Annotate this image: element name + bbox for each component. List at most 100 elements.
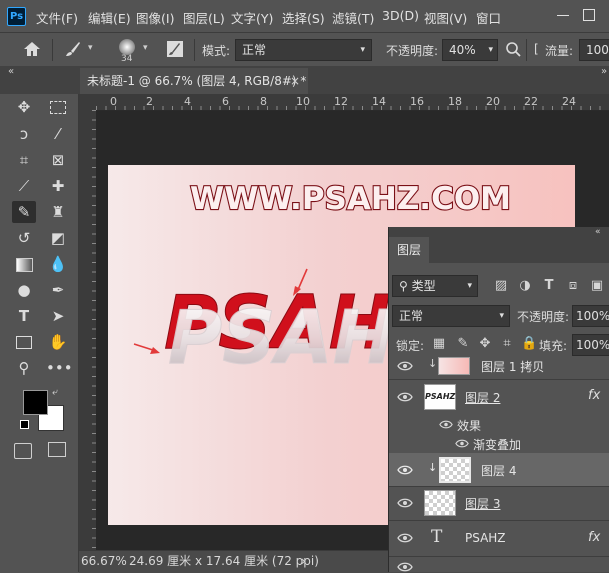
dodge-tool-icon[interactable]: ● [12, 279, 36, 301]
ruler-corner [79, 94, 96, 110]
layer-effects-icon[interactable]: fx [588, 388, 600, 403]
zoom-tool-icon[interactable]: ⚲ [12, 357, 36, 379]
layer-row-selected[interactable]: ↓ 图层 4 [389, 453, 609, 487]
lock-artboard-icon[interactable]: ⌗ [499, 336, 515, 352]
mode-dropdown[interactable]: 正常 ▾ [235, 39, 372, 61]
lock-all-icon[interactable]: 🔒 [521, 336, 537, 352]
healing-brush-tool-icon[interactable]: ✚ [46, 175, 70, 197]
brush-tool-icon[interactable] [64, 40, 82, 58]
layer-name: 图层 4 [481, 464, 517, 478]
chevron-down-icon: ▾ [360, 45, 365, 55]
hand-tool-icon[interactable]: ✋ [46, 331, 70, 353]
layer-name: 图层 1 拷贝 [481, 360, 545, 374]
pen-tool-icon[interactable]: ✒ [46, 279, 70, 301]
minimize-icon[interactable] [557, 15, 569, 16]
chevron-down-icon[interactable]: ▾ [143, 43, 148, 53]
layer-opacity-field[interactable]: 100% [572, 305, 609, 327]
default-colors-icon[interactable] [20, 420, 29, 429]
brush-preview-icon[interactable] [119, 39, 135, 55]
menu-image[interactable]: 图像(I) [136, 8, 174, 27]
filter-smart-object-icon[interactable]: ▣ [589, 278, 605, 294]
stamp-tool-icon[interactable]: ♜ [46, 201, 70, 223]
visibility-eye-icon[interactable] [397, 361, 413, 371]
filter-kind-value: 类型 [411, 279, 436, 293]
layer-row[interactable]: ↓ 图层 1 拷贝 [389, 353, 609, 380]
filter-type-icon[interactable]: T [541, 278, 557, 294]
pressure-opacity-icon[interactable] [505, 41, 521, 57]
visibility-eye-icon[interactable] [397, 498, 413, 508]
filter-pixel-icon[interactable]: ▨ [493, 278, 509, 294]
foreground-color-swatch[interactable] [23, 390, 48, 415]
lock-position-icon[interactable]: ✥ [477, 336, 493, 352]
layer-row[interactable]: T PSAHZ fx [389, 520, 609, 557]
swap-colors-icon[interactable]: ⤶ [52, 387, 58, 398]
opacity-field[interactable]: 40% ▾ [442, 39, 498, 61]
menu-view[interactable]: 视图(V) [424, 8, 467, 27]
status-menu-arrow-icon[interactable]: › [301, 551, 306, 571]
document-title: 未标题-1 @ 66.7% (图层 4, RGB/8#) * [87, 74, 307, 88]
lock-transparent-icon[interactable]: ▦ [431, 336, 447, 352]
history-brush-tool-icon[interactable]: ↺ [12, 227, 36, 249]
chevron-down-icon: ▾ [499, 311, 504, 321]
visibility-eye-icon[interactable] [397, 392, 413, 402]
home-icon[interactable] [23, 41, 41, 57]
layer-opacity-label: 不透明度: [517, 310, 570, 324]
menu-layer[interactable]: 图层(L) [183, 8, 225, 27]
layer-row[interactable]: PSAHZ 图层 2 fx [389, 379, 609, 415]
menu-window[interactable]: 窗口 [476, 8, 501, 27]
flow-field[interactable]: 100 [579, 39, 609, 61]
layers-panel: « 图层 ⚲ 类型 ▾ ▨ ◑ T ⧈ ▣ 正常 ▾ 不透明度: 100% 锁定… [388, 227, 609, 572]
layer-filter-dropdown[interactable]: ⚲ 类型 ▾ [392, 275, 478, 297]
lock-pixels-icon[interactable]: ✎ [455, 336, 471, 352]
gradient-tool-icon[interactable] [12, 253, 36, 275]
eraser-tool-icon[interactable]: ◩ [46, 227, 70, 249]
effect-row-gradient-overlay[interactable]: 渐变叠加 [389, 434, 609, 454]
path-selection-tool-icon[interactable]: ➤ [46, 305, 70, 327]
layer-row[interactable] [389, 557, 609, 572]
visibility-eye-icon[interactable] [397, 533, 413, 543]
move-tool-icon[interactable]: ✥ [12, 96, 36, 118]
lasso-tool-icon[interactable]: ↄ [12, 123, 36, 145]
document-tab[interactable]: 未标题-1 @ 66.7% (图层 4, RGB/8#) * × [80, 68, 308, 94]
visibility-eye-icon[interactable] [397, 465, 413, 475]
headline-text: WWW.PSAHZ.COM [190, 181, 511, 217]
close-tab-icon[interactable]: × [290, 68, 300, 94]
chevron-down-icon: ▾ [488, 45, 493, 55]
effects-row[interactable]: 效果 [389, 415, 609, 434]
crop-tool-icon[interactable]: ⌗ [12, 149, 36, 171]
eyedropper-tool-icon[interactable]: ⟋ [12, 175, 36, 197]
blend-mode-dropdown[interactable]: 正常 ▾ [392, 305, 510, 327]
brush-tool-icon[interactable]: ✎ [12, 201, 36, 223]
blur-tool-icon[interactable]: 💧 [46, 253, 70, 275]
rectangle-tool-icon[interactable] [12, 331, 36, 353]
visibility-eye-icon[interactable] [397, 562, 413, 572]
visibility-eye-icon[interactable] [455, 439, 469, 448]
zoom-level[interactable]: 66.67% [81, 551, 127, 571]
visibility-eye-icon[interactable] [439, 420, 453, 429]
layer-effects-icon[interactable]: fx [588, 530, 600, 545]
filter-adjustment-icon[interactable]: ◑ [517, 278, 533, 294]
more-tools-icon[interactable]: ••• [46, 357, 73, 379]
quick-mask-icon[interactable] [14, 443, 32, 459]
collapse-panel-icon[interactable]: « [595, 227, 601, 237]
type-tool-icon[interactable]: T [12, 305, 36, 327]
chevron-down-icon[interactable]: ▾ [88, 43, 93, 53]
tab-layers[interactable]: 图层 [389, 237, 429, 263]
menu-filter[interactable]: 滤镜(T) [332, 8, 374, 27]
screen-mode-icon[interactable] [48, 442, 66, 457]
menu-3d[interactable]: 3D(D) [382, 8, 419, 23]
collapse-toolbar-icon[interactable]: « [8, 66, 14, 77]
menu-file[interactable]: 文件(F) [36, 8, 78, 27]
maximize-icon[interactable] [583, 9, 595, 21]
brush-settings-icon[interactable] [166, 40, 184, 58]
magic-wand-tool-icon[interactable]: ⁄ [46, 123, 70, 145]
layer-row[interactable]: 图层 3 [389, 486, 609, 521]
menu-select[interactable]: 选择(S) [282, 8, 325, 27]
menu-type[interactable]: 文字(Y) [231, 8, 273, 27]
frame-tool-icon[interactable]: ⊠ [46, 149, 70, 171]
filter-shape-icon[interactable]: ⧈ [565, 278, 581, 294]
marquee-tool-icon[interactable] [46, 96, 70, 118]
mode-label: 模式: [202, 44, 231, 58]
menu-edit[interactable]: 编辑(E) [88, 8, 131, 27]
collapse-panels-icon[interactable]: » [601, 66, 609, 86]
